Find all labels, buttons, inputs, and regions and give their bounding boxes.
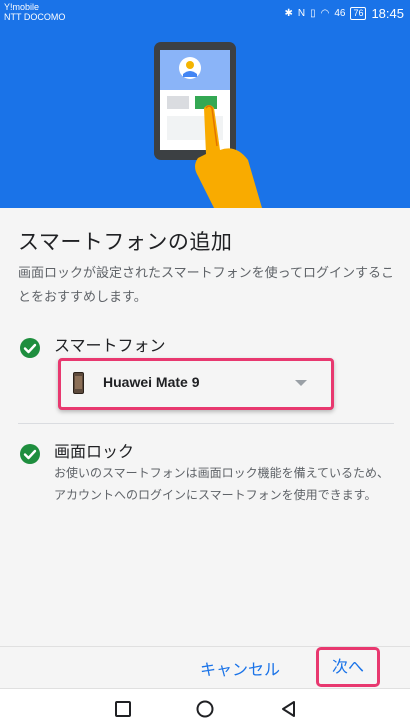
back-triangle-icon[interactable] xyxy=(279,699,299,719)
signal-icon: 46 xyxy=(334,7,346,19)
add-smartphone-screen: Y!mobile NTT DOCOMO ✱ N ▯ ◠ 46 76 18:45 xyxy=(0,0,410,728)
carrier-info: Y!mobile NTT DOCOMO xyxy=(4,2,65,22)
status-icons: ✱ N ▯ ◠ 46 76 18:45 xyxy=(284,5,404,21)
status-bar: Y!mobile NTT DOCOMO ✱ N ▯ ◠ 46 76 18:45 xyxy=(0,0,410,26)
footer-actions: キャンセル 次へ xyxy=(0,646,410,688)
screen-lock-check-icon xyxy=(20,444,40,464)
wifi-icon: ◠ xyxy=(320,7,330,19)
selected-device: Huawei Mate 9 xyxy=(103,374,200,390)
bluetooth-icon: ✱ xyxy=(284,7,293,19)
screen-lock-description: お使いのスマートフォンは画面ロック機能を備えているため、アカウントへのログインに… xyxy=(54,466,390,502)
device-dropdown[interactable]: Huawei Mate 9 xyxy=(58,358,334,410)
clock: 18:45 xyxy=(371,5,404,21)
hero-illustration xyxy=(0,26,410,208)
main-content: スマートフォンの追加 画面ロックが設定されたスマートフォンを使ってログインするこ… xyxy=(0,208,410,646)
battery-icon: 76 xyxy=(350,6,367,20)
dropdown-caret-icon xyxy=(295,380,307,386)
smartphone-check-icon xyxy=(20,338,40,358)
screen-lock-label: 画面ロック xyxy=(54,442,135,461)
device-thumbnail-icon xyxy=(73,372,84,394)
next-button[interactable]: 次へ xyxy=(316,647,380,687)
vibrate-icon: ▯ xyxy=(310,7,316,19)
phone-hand-illustration xyxy=(154,42,262,208)
navigation-bar xyxy=(0,688,410,728)
section-divider xyxy=(18,423,394,424)
carrier-line-1: Y!mobile xyxy=(4,2,40,12)
page-description: 画面ロックが設定されたスマートフォンを使ってログインすることをおすすめします。 xyxy=(18,266,394,305)
cancel-button[interactable]: キャンセル xyxy=(200,656,280,680)
carrier-line-2: NTT DOCOMO xyxy=(4,12,66,22)
nfc-icon: N xyxy=(297,7,306,19)
square-nav-icon[interactable] xyxy=(113,699,133,719)
smartphone-label: スマートフォン xyxy=(54,336,166,355)
circle-nav-icon[interactable] xyxy=(195,699,215,719)
page-title: スマートフォンの追加 xyxy=(18,230,233,254)
